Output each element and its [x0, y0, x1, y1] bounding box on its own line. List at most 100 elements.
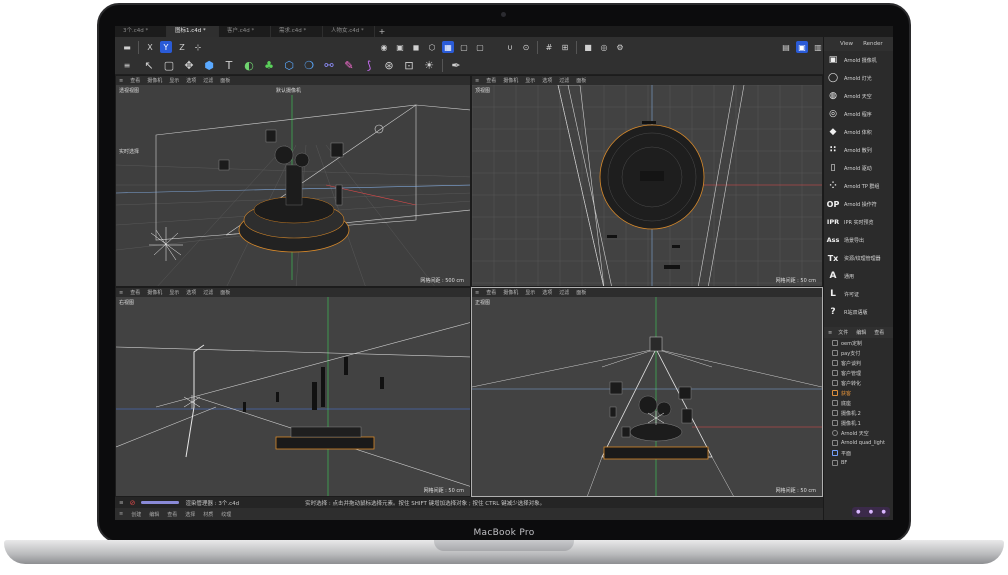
snap-icon[interactable]: ⊙ — [520, 41, 532, 53]
arnold-item[interactable]: ◍ Arnold 天空 — [824, 87, 893, 105]
axis-z-button[interactable]: Z — [176, 41, 188, 53]
viewport-top[interactable]: ≡ 查看 摄像机 显示 选项 过滤 面板 顶视图 网格间距: 50 cm — [471, 75, 823, 287]
object-row[interactable]: 摄像机.2 — [824, 408, 893, 418]
tab-2[interactable]: 图标1.c4d * — [167, 26, 219, 37]
field-icon[interactable]: ⚯ — [322, 58, 337, 73]
om-edit[interactable]: 编辑 — [856, 329, 866, 336]
texture-mode-icon[interactable]: ▢ — [458, 41, 470, 53]
object-row[interactable]: Arnold quad_light — [824, 438, 893, 448]
axis-y-button[interactable]: Y — [160, 41, 172, 53]
vp-menu-panel[interactable]: 面板 — [576, 77, 586, 84]
cloner-icon[interactable]: ♣ — [262, 58, 277, 73]
menu-icon[interactable]: ≡ — [119, 511, 123, 517]
arnold-item[interactable]: ∷ Arnold 散列 — [824, 141, 893, 159]
arnold-item[interactable]: ▣ Arnold 摄像机 — [824, 51, 893, 69]
bm-create[interactable]: 创建 — [131, 511, 141, 518]
viewport-front[interactable]: ≡ 查看 摄像机 显示 选项 过滤 面板 正视图 网格间距: 50 cm — [471, 287, 823, 497]
vp-menu-camera[interactable]: 摄像机 — [503, 289, 518, 296]
uv-mode-icon[interactable]: ▢ — [474, 41, 486, 53]
menu-icon[interactable]: ≡ — [828, 330, 832, 336]
vp-menu-view[interactable]: 查看 — [130, 289, 140, 296]
vp-menu-filter[interactable]: 过滤 — [559, 77, 569, 84]
vp-menu-panel[interactable]: 面板 — [220, 77, 230, 84]
header-view[interactable]: View — [840, 41, 853, 47]
object-row[interactable]: 底座 — [824, 398, 893, 408]
tab-5[interactable]: 人物女.c4d * — [323, 26, 375, 37]
arnold-item[interactable]: L 许可证 — [824, 285, 893, 303]
vp-menu-filter[interactable]: 过滤 — [203, 289, 213, 296]
om-view[interactable]: 查看 — [874, 329, 884, 336]
render-settings-icon[interactable]: ⚙ — [614, 41, 626, 53]
arnold-item[interactable]: ▯ Arnold 驱动 — [824, 159, 893, 177]
arnold-item[interactable]: ⁘ Arnold TP 群组 — [824, 177, 893, 195]
dot-icon[interactable]: ● — [869, 509, 873, 515]
object-row[interactable]: Arnold 天空 — [824, 428, 893, 438]
menu-icon[interactable]: ≡ — [121, 59, 133, 71]
workplane-icon[interactable]: ⊞ — [559, 41, 571, 53]
rectangle-select-icon[interactable]: ▢ — [162, 58, 177, 73]
camera-label[interactable]: 默认摄像机 — [276, 87, 301, 94]
object-row[interactable]: 客户转化 — [824, 378, 893, 388]
render-icon[interactable]: ▣ — [796, 41, 808, 53]
select-arrow-icon[interactable]: ↖ — [142, 58, 157, 73]
render-picture-icon[interactable]: ◎ — [598, 41, 610, 53]
vp-menu-view[interactable]: 查看 — [486, 289, 496, 296]
dot-icon[interactable]: ● — [881, 509, 885, 515]
arnold-item[interactable]: A 通用 — [824, 267, 893, 285]
layout-icon[interactable]: ▤ — [780, 41, 792, 53]
error-icon[interactable]: ⊘ — [130, 499, 136, 507]
bm-material[interactable]: 材质 — [203, 511, 213, 518]
object-row[interactable]: 摄像机.1 — [824, 418, 893, 428]
spline-icon[interactable]: ✎ — [342, 58, 357, 73]
text-tool-button[interactable]: T — [222, 58, 237, 73]
vp-menu-display[interactable]: 显示 — [169, 77, 179, 84]
bm-view[interactable]: 查看 — [167, 511, 177, 518]
vp-menu-display[interactable]: 显示 — [525, 289, 535, 296]
om-file[interactable]: 文件 — [838, 329, 848, 336]
environment-icon[interactable]: ⊛ — [382, 58, 397, 73]
vp-menu-panel[interactable]: 面板 — [220, 289, 230, 296]
vp-menu-camera[interactable]: 摄像机 — [147, 289, 162, 296]
object-row[interactable]: 客户谈判 — [824, 358, 893, 368]
tab-1[interactable]: 3个.c4d * — [115, 26, 167, 37]
vp-menu-camera[interactable]: 摄像机 — [147, 77, 162, 84]
object-row[interactable]: oem定制 — [824, 338, 893, 348]
menu-icon[interactable]: ≡ — [475, 78, 479, 84]
magnet-icon[interactable]: ∪ — [504, 41, 516, 53]
vp-menu-options[interactable]: 选项 — [542, 289, 552, 296]
cube-icon[interactable]: ⬢ — [202, 58, 217, 73]
dot-icon[interactable]: ● — [856, 509, 860, 515]
grid-snap-icon[interactable]: # — [543, 41, 555, 53]
tab-4[interactable]: 需求.c4d * — [271, 26, 323, 37]
object-row[interactable]: pay支付 — [824, 348, 893, 358]
vp-menu-filter[interactable]: 过滤 — [203, 77, 213, 84]
arnold-item[interactable]: Tx 资源/纹理管理器 — [824, 249, 893, 267]
menu-icon[interactable]: ≡ — [119, 500, 124, 506]
render-region-icon[interactable]: ◉ — [378, 41, 390, 53]
vp-menu-options[interactable]: 选项 — [186, 77, 196, 84]
vp-menu-panel[interactable]: 面板 — [576, 289, 586, 296]
arnold-item[interactable]: ◎ Arnold 程序 — [824, 105, 893, 123]
bm-edit[interactable]: 编辑 — [149, 511, 159, 518]
vp-menu-display[interactable]: 显示 — [169, 289, 179, 296]
arnold-item[interactable]: OP Arnold 操作符 — [824, 195, 893, 213]
model-mode-icon[interactable]: ▦ — [442, 41, 454, 53]
vp-menu-camera[interactable]: 摄像机 — [503, 77, 518, 84]
object-row-selected[interactable]: 获客 — [824, 388, 893, 398]
film-icon[interactable]: ▬ — [121, 41, 133, 53]
layer-buttons[interactable]: ● ● ● — [852, 507, 890, 517]
vp-menu-filter[interactable]: 过滤 — [559, 289, 569, 296]
volume-icon[interactable]: ⟆ — [362, 58, 377, 73]
light-icon[interactable]: ☀ — [422, 58, 437, 73]
menu-icon[interactable]: ≡ — [119, 78, 123, 84]
viewport-perspective[interactable]: ≡ 查看 摄像机 显示 选项 过滤 面板 透视视图 默认摄像机 实时选择 网格间… — [115, 75, 471, 287]
move-icon[interactable]: ✥ — [182, 58, 197, 73]
coordinate-icon[interactable]: ⊹ — [192, 41, 204, 53]
render-view-icon[interactable]: ■ — [582, 41, 594, 53]
vp-menu-view[interactable]: 查看 — [486, 77, 496, 84]
vp-menu-options[interactable]: 选项 — [542, 77, 552, 84]
deformer-icon[interactable]: ❍ — [302, 58, 317, 73]
tab-3[interactable]: 客户.c4d * — [219, 26, 271, 37]
arnold-item[interactable]: IPR IPR 实时预览 — [824, 213, 893, 231]
pen-tool-icon[interactable]: ✒ — [449, 58, 464, 73]
